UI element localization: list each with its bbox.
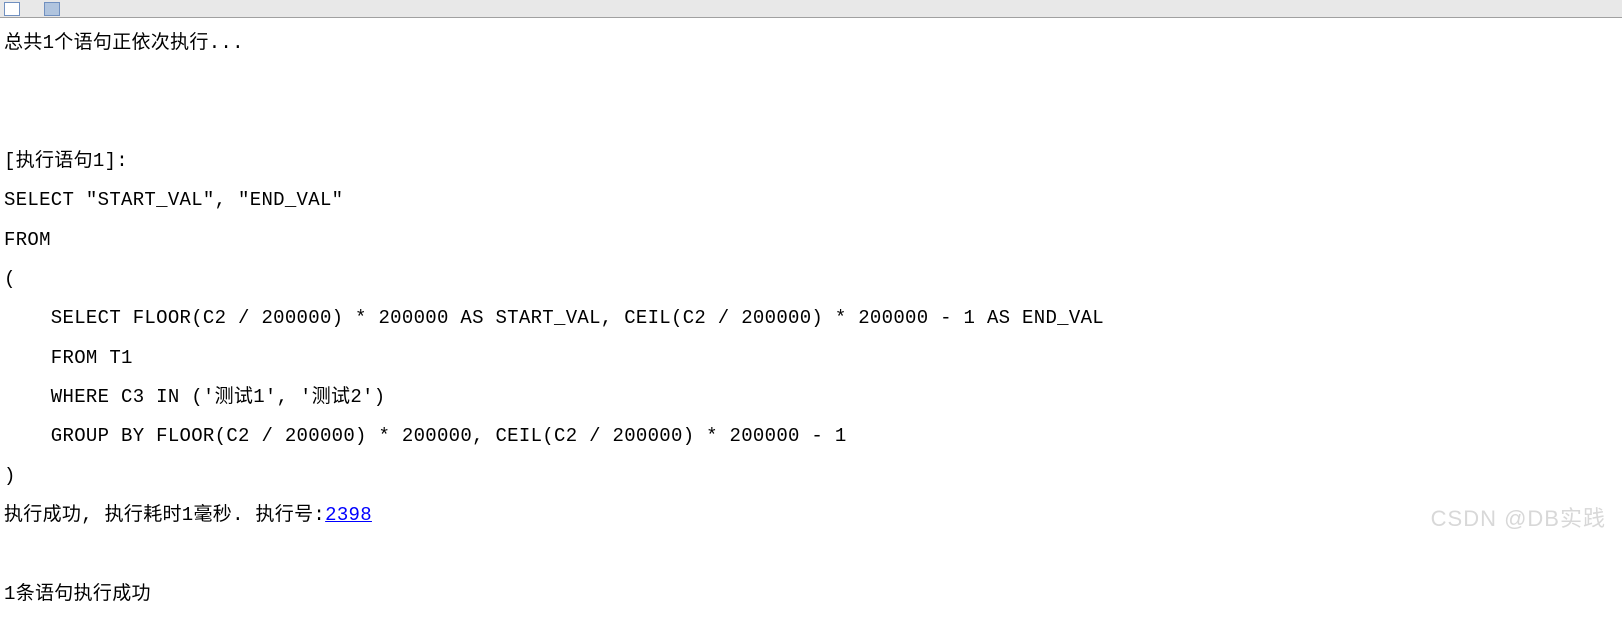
statement-header: [执行语句1]: (4, 150, 128, 172)
sql-line-3: ( (4, 268, 16, 290)
output-panel: 总共1个语句正依次执行... [执行语句1]: SELECT "START_VA… (0, 18, 1622, 620)
tab-bar (0, 0, 1622, 18)
sql-line-6: WHERE C3 IN ('测试1', '测试2') (4, 386, 385, 408)
sql-line-5: FROM T1 (4, 347, 133, 369)
sql-line-1: SELECT "START_VAL", "END_VAL" (4, 189, 343, 211)
header-line: 总共1个语句正依次执行... (4, 32, 244, 54)
sql-line-8: ) (4, 465, 16, 487)
sql-line-7: GROUP BY FLOOR(C2 / 200000) * 200000, CE… (4, 425, 847, 447)
sql-line-2: FROM (4, 229, 51, 251)
tab-icon-2[interactable] (44, 2, 60, 16)
exec-id-link[interactable]: 2398 (325, 504, 372, 526)
result-text: 执行成功, 执行耗时1毫秒. 执行号: (4, 504, 325, 526)
tab-icon-1[interactable] (4, 2, 20, 16)
footer-summary: 1条语句执行成功 (4, 583, 151, 605)
sql-line-4: SELECT FLOOR(C2 / 200000) * 200000 AS ST… (4, 307, 1104, 329)
